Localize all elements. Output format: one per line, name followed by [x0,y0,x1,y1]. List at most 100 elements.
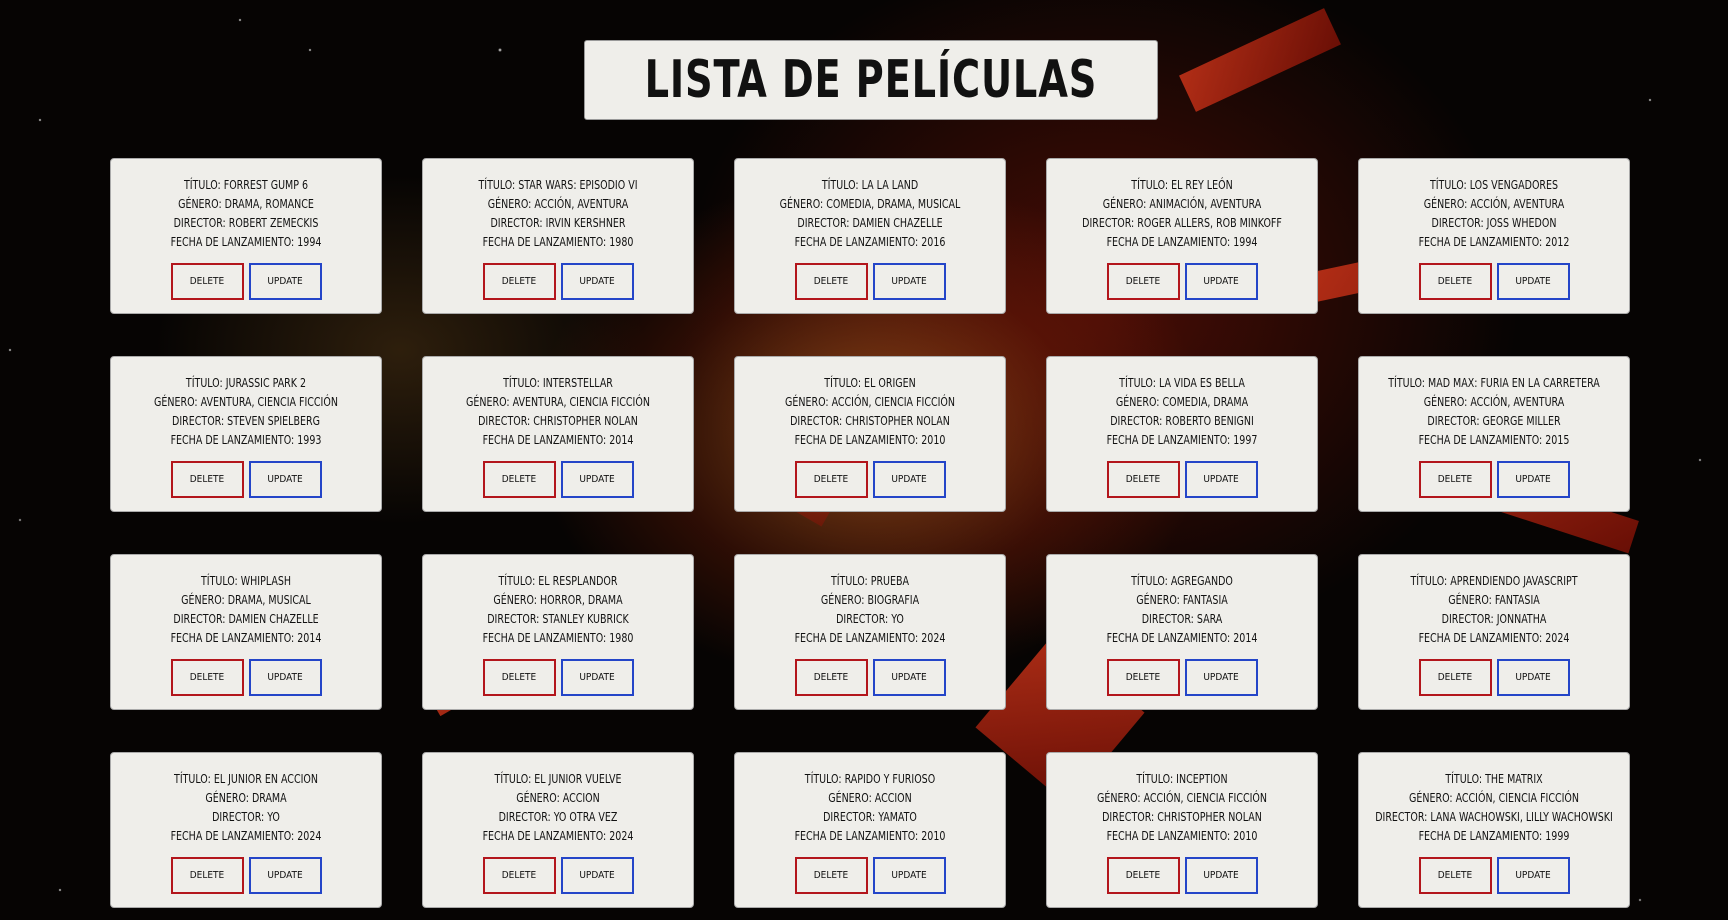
movie-card: TÍTULO: THE MATRIX GÉNERO: ACCIÓN, CIENC… [1358,752,1630,908]
update-button[interactable]: UPDATE [1184,857,1258,894]
card-actions: DELETE UPDATE [111,659,381,696]
card-actions: DELETE UPDATE [1047,659,1317,696]
movie-director: DIRECTOR: YO OTRA VEZ [498,810,618,824]
delete-button[interactable]: DELETE [794,857,868,894]
movie-genre: GÉNERO: FANTASIA [1136,593,1228,607]
delete-button[interactable]: DELETE [1106,659,1180,696]
movie-genre: GÉNERO: AVENTURA, CIENCIA FICCIÓN [466,395,650,409]
delete-button[interactable]: DELETE [1418,659,1492,696]
movie-card: TÍTULO: EL ORIGEN GÉNERO: ACCIÓN, CIENCI… [734,356,1006,512]
movie-genre: GÉNERO: ANIMACIÓN, AVENTURA [1102,197,1262,211]
delete-button[interactable]: DELETE [1106,857,1180,894]
update-button[interactable]: UPDATE [248,461,322,498]
movie-release-date: FECHA DE LANZAMIENTO: 2016 [794,235,946,249]
movie-release-date: FECHA DE LANZAMIENTO: 2010 [794,433,946,447]
movie-genre: GÉNERO: DRAMA [205,791,287,805]
delete-button[interactable]: DELETE [170,263,244,300]
movie-title: TÍTULO: LOS VENGADORES [1429,178,1559,192]
movie-genre: GÉNERO: ACCIÓN, AVENTURA [1423,395,1565,409]
movie-card: TÍTULO: FORREST GUMP 6 GÉNERO: DRAMA, RO… [110,158,382,314]
movie-release-date: FECHA DE LANZAMIENTO: 2024 [170,829,322,843]
movie-title: TÍTULO: WHIPLASH [200,574,292,588]
movie-director: DIRECTOR: STEVEN SPIELBERG [172,414,320,428]
update-button[interactable]: UPDATE [1496,263,1570,300]
card-actions: DELETE UPDATE [423,461,693,498]
update-button[interactable]: UPDATE [248,263,322,300]
delete-button[interactable]: DELETE [794,263,868,300]
delete-button[interactable]: DELETE [794,659,868,696]
update-button[interactable]: UPDATE [248,659,322,696]
update-button[interactable]: UPDATE [560,263,634,300]
delete-button[interactable]: DELETE [1106,461,1180,498]
movie-release-date: FECHA DE LANZAMIENTO: 2024 [1418,631,1570,645]
movie-director: DIRECTOR: LANA WACHOWSKI, LILLY WACHOWSK… [1375,810,1613,824]
update-button[interactable]: UPDATE [1184,263,1258,300]
update-button[interactable]: UPDATE [1496,461,1570,498]
delete-button[interactable]: DELETE [1106,263,1180,300]
movie-title: TÍTULO: STAR WARS: EPISODIO VI [478,178,638,192]
movie-release-date: FECHA DE LANZAMIENTO: 2010 [794,829,946,843]
movie-genre: GÉNERO: DRAMA, MUSICAL [181,593,311,607]
movie-release-date: FECHA DE LANZAMIENTO: 2024 [482,829,634,843]
delete-button[interactable]: DELETE [170,461,244,498]
movie-director: DIRECTOR: JONNATHA [1441,612,1547,626]
update-button[interactable]: UPDATE [560,659,634,696]
card-actions: DELETE UPDATE [735,659,1005,696]
movie-genre: GÉNERO: AVENTURA, CIENCIA FICCIÓN [154,395,338,409]
delete-button[interactable]: DELETE [1418,461,1492,498]
card-actions: DELETE UPDATE [1359,857,1629,894]
movie-card: TÍTULO: WHIPLASH GÉNERO: DRAMA, MUSICAL … [110,554,382,710]
delete-button[interactable]: DELETE [482,659,556,696]
card-actions: DELETE UPDATE [1047,857,1317,894]
update-button[interactable]: UPDATE [872,461,946,498]
card-actions: DELETE UPDATE [1047,461,1317,498]
update-button[interactable]: UPDATE [1496,857,1570,894]
delete-button[interactable]: DELETE [170,857,244,894]
update-button[interactable]: UPDATE [1184,461,1258,498]
movie-card: TÍTULO: EL JUNIOR VUELVE GÉNERO: ACCION … [422,752,694,908]
movie-card: TÍTULO: RAPIDO Y FURIOSO GÉNERO: ACCION … [734,752,1006,908]
movie-director: DIRECTOR: YO [836,612,904,626]
movie-director: DIRECTOR: ROBERTO BENIGNI [1110,414,1254,428]
movie-title: TÍTULO: JURASSIC PARK 2 [185,376,307,390]
delete-button[interactable]: DELETE [794,461,868,498]
movie-card: TÍTULO: INTERSTELLAR GÉNERO: AVENTURA, C… [422,356,694,512]
movie-genre: GÉNERO: ACCION [516,791,600,805]
update-button[interactable]: UPDATE [872,659,946,696]
movie-title: TÍTULO: MAD MAX: FURIA EN LA CARRETERA [1388,376,1600,390]
movie-card: TÍTULO: LA VIDA ES BELLA GÉNERO: COMEDIA… [1046,356,1318,512]
movie-genre: GÉNERO: ACCIÓN, AVENTURA [487,197,629,211]
movie-release-date: FECHA DE LANZAMIENTO: 1980 [482,235,634,249]
update-button[interactable]: UPDATE [560,857,634,894]
movie-card: TÍTULO: JURASSIC PARK 2 GÉNERO: AVENTURA… [110,356,382,512]
delete-button[interactable]: DELETE [482,857,556,894]
movie-card: TÍTULO: APRENDIENDO JAVASCRIPT GÉNERO: F… [1358,554,1630,710]
movie-director: DIRECTOR: YO [212,810,280,824]
update-button[interactable]: UPDATE [248,857,322,894]
movie-director: DIRECTOR: CHRISTOPHER NOLAN [1102,810,1262,824]
delete-button[interactable]: DELETE [482,263,556,300]
card-actions: DELETE UPDATE [1359,461,1629,498]
movie-director: DIRECTOR: YAMATO [823,810,917,824]
delete-button[interactable]: DELETE [1418,857,1492,894]
update-button[interactable]: UPDATE [1496,659,1570,696]
movie-director: DIRECTOR: JOSS WHEDON [1431,216,1557,230]
update-button[interactable]: UPDATE [872,857,946,894]
update-button[interactable]: UPDATE [560,461,634,498]
movie-release-date: FECHA DE LANZAMIENTO: 1980 [482,631,634,645]
delete-button[interactable]: DELETE [1418,263,1492,300]
update-button[interactable]: UPDATE [872,263,946,300]
update-button[interactable]: UPDATE [1184,659,1258,696]
movie-title: TÍTULO: EL JUNIOR EN ACCION [174,772,318,786]
movie-release-date: FECHA DE LANZAMIENTO: 2024 [794,631,946,645]
movie-director: DIRECTOR: SARA [1141,612,1223,626]
movie-director: DIRECTOR: ROBERT ZEMECKIS [173,216,319,230]
movie-title: TÍTULO: INCEPTION [1136,772,1228,786]
movie-title: TÍTULO: EL REY LEÓN [1131,178,1233,192]
movie-card: TÍTULO: MAD MAX: FURIA EN LA CARRETERA G… [1358,356,1630,512]
background-shard [1179,8,1341,112]
delete-button[interactable]: DELETE [482,461,556,498]
delete-button[interactable]: DELETE [170,659,244,696]
movie-title: TÍTULO: PRUEBA [830,574,910,588]
movie-title: TÍTULO: EL JUNIOR VUELVE [494,772,622,786]
